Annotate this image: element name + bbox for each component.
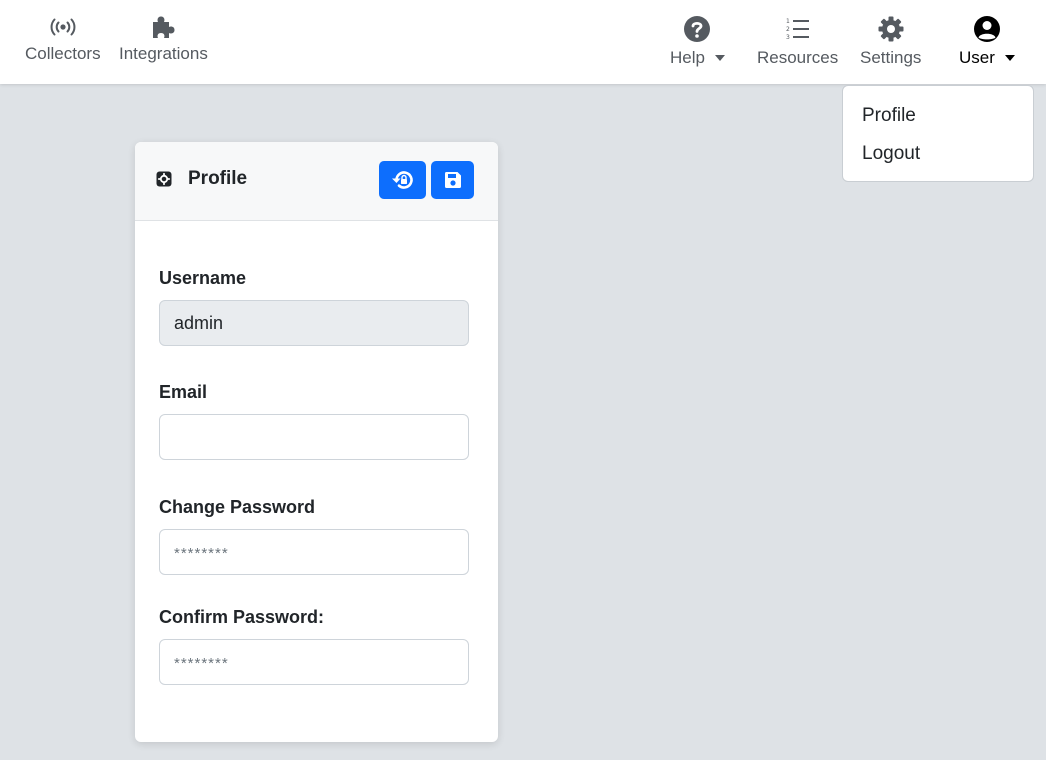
nav-user[interactable]: User <box>959 0 1015 84</box>
menu-item-logout[interactable]: Logout <box>843 142 1033 180</box>
nav-integrations-label: Integrations <box>119 44 208 63</box>
floppy-disk-icon <box>444 171 462 189</box>
menu-item-profile[interactable]: Profile <box>843 104 1033 142</box>
nav-collectors[interactable]: Collectors <box>25 0 101 84</box>
email-label: Email <box>159 382 208 402</box>
nav-help-label: Help <box>670 48 705 67</box>
nav-resources[interactable]: 1 2 3 Resources <box>757 0 838 84</box>
nav-help[interactable]: Help <box>670 0 725 84</box>
save-button[interactable] <box>431 161 474 199</box>
change-password-field[interactable] <box>159 529 469 575</box>
svg-text:3: 3 <box>786 34 790 41</box>
user-circle-icon <box>973 15 1001 43</box>
nav-settings[interactable]: Settings <box>860 0 921 84</box>
nav-resources-label: Resources <box>757 48 839 67</box>
nav-user-label: User <box>959 48 995 67</box>
confirm-password-field[interactable] <box>159 639 469 685</box>
profile-card: Profile Username Email <box>135 142 498 742</box>
card-title: Profile <box>188 168 248 189</box>
ordered-list-icon: 1 2 3 <box>785 15 811 43</box>
email-field[interactable] <box>159 414 469 460</box>
broadcast-icon <box>50 14 76 40</box>
change-password-label: Change Password <box>159 497 316 517</box>
gear-icon <box>877 15 905 43</box>
puzzle-icon <box>149 14 177 40</box>
chevron-down-icon <box>1004 55 1015 61</box>
reset-lock-icon <box>390 169 416 191</box>
svg-text:1: 1 <box>786 18 790 25</box>
user-dropdown-menu: Profile Logout <box>842 85 1034 182</box>
svg-text:2: 2 <box>786 26 790 33</box>
chevron-down-icon <box>714 55 725 61</box>
username-label: Username <box>159 268 247 288</box>
question-circle-icon <box>683 15 711 43</box>
nav-integrations[interactable]: Integrations <box>119 0 208 84</box>
reset-button[interactable] <box>379 161 426 199</box>
top-navbar: Collectors Integrations Help 1 2 3 Resou… <box>0 0 1046 84</box>
nav-collectors-label: Collectors <box>25 44 101 63</box>
confirm-password-label: Confirm Password: <box>159 607 325 627</box>
cog-box-icon <box>156 171 172 187</box>
username-field[interactable] <box>159 300 469 346</box>
nav-settings-label: Settings <box>860 48 922 67</box>
card-header: Profile <box>135 142 498 221</box>
